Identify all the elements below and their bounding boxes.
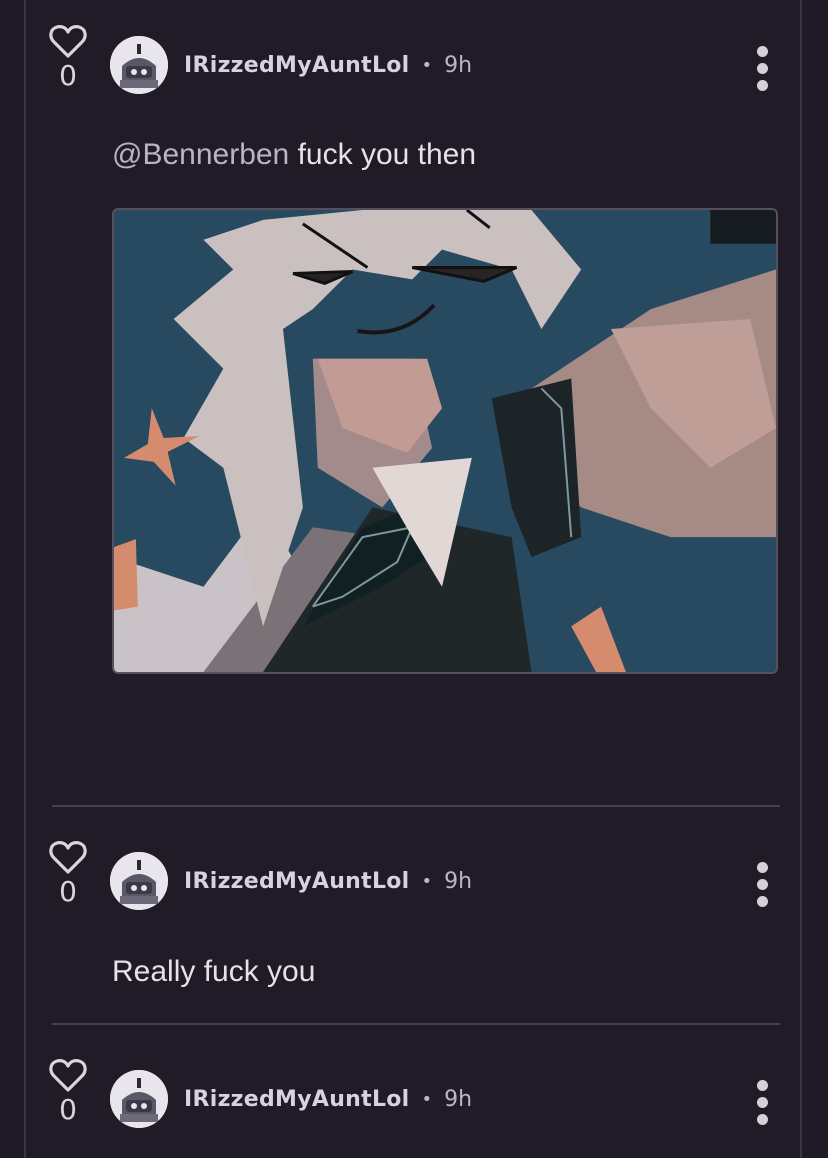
avatar-image [110, 36, 168, 94]
author-line: IRizzedMyAuntLol • 9h [184, 866, 472, 896]
heart-icon[interactable] [48, 838, 88, 876]
comment-text: fuck you then [289, 138, 477, 171]
comment-thread: 0 IRizzedMyAuntLol • 9h @Bennerben fuck … [24, 0, 802, 1158]
vote-count: 0 [59, 1093, 77, 1126]
vote-control: 0 [46, 838, 90, 908]
author-line: IRizzedMyAuntLol • 9h [184, 1084, 472, 1114]
divider [52, 805, 780, 807]
more-dot [756, 80, 768, 91]
separator-dot: • [421, 870, 433, 892]
timestamp: 9h [444, 1086, 473, 1112]
more-vertical-icon [756, 46, 768, 57]
more-dot [756, 63, 768, 74]
avatar-image [110, 1070, 168, 1128]
user-mention-link[interactable]: @Bennerben [112, 138, 289, 171]
username[interactable]: IRizzedMyAuntLol [184, 869, 410, 894]
more-dot [756, 1097, 768, 1108]
more-dot [756, 1114, 768, 1125]
author-line: IRizzedMyAuntLol • 9h [184, 50, 472, 80]
more-vertical-icon [756, 1080, 768, 1091]
timestamp: 9h [444, 868, 473, 894]
more-dot [756, 896, 768, 907]
avatar-image [110, 852, 168, 910]
anime-character-image [114, 210, 776, 672]
more-dot [756, 879, 768, 890]
timestamp: 9h [444, 52, 473, 78]
separator-dot: • [421, 54, 433, 76]
divider [52, 1023, 780, 1025]
heart-icon[interactable] [48, 22, 88, 60]
more-options-button[interactable] [746, 862, 778, 907]
username[interactable]: IRizzedMyAuntLol [184, 53, 410, 78]
comment-text: Really fuck you [112, 955, 316, 988]
heart-icon[interactable] [48, 1056, 88, 1094]
avatar[interactable] [110, 36, 168, 94]
username[interactable]: IRizzedMyAuntLol [184, 1087, 410, 1112]
more-options-button[interactable] [746, 46, 778, 91]
vote-control: 0 [46, 22, 90, 92]
more-options-button[interactable] [746, 1080, 778, 1125]
avatar[interactable] [110, 1070, 168, 1128]
comment-image[interactable] [112, 208, 778, 674]
vote-count: 0 [59, 59, 77, 92]
separator-dot: • [421, 1088, 433, 1110]
more-vertical-icon [756, 862, 768, 873]
comment-body: @Bennerben fuck you then [112, 138, 476, 172]
vote-count: 0 [59, 875, 77, 908]
avatar[interactable] [110, 852, 168, 910]
comment-body: Really fuck you [112, 955, 315, 989]
vote-control: 0 [46, 1056, 90, 1126]
